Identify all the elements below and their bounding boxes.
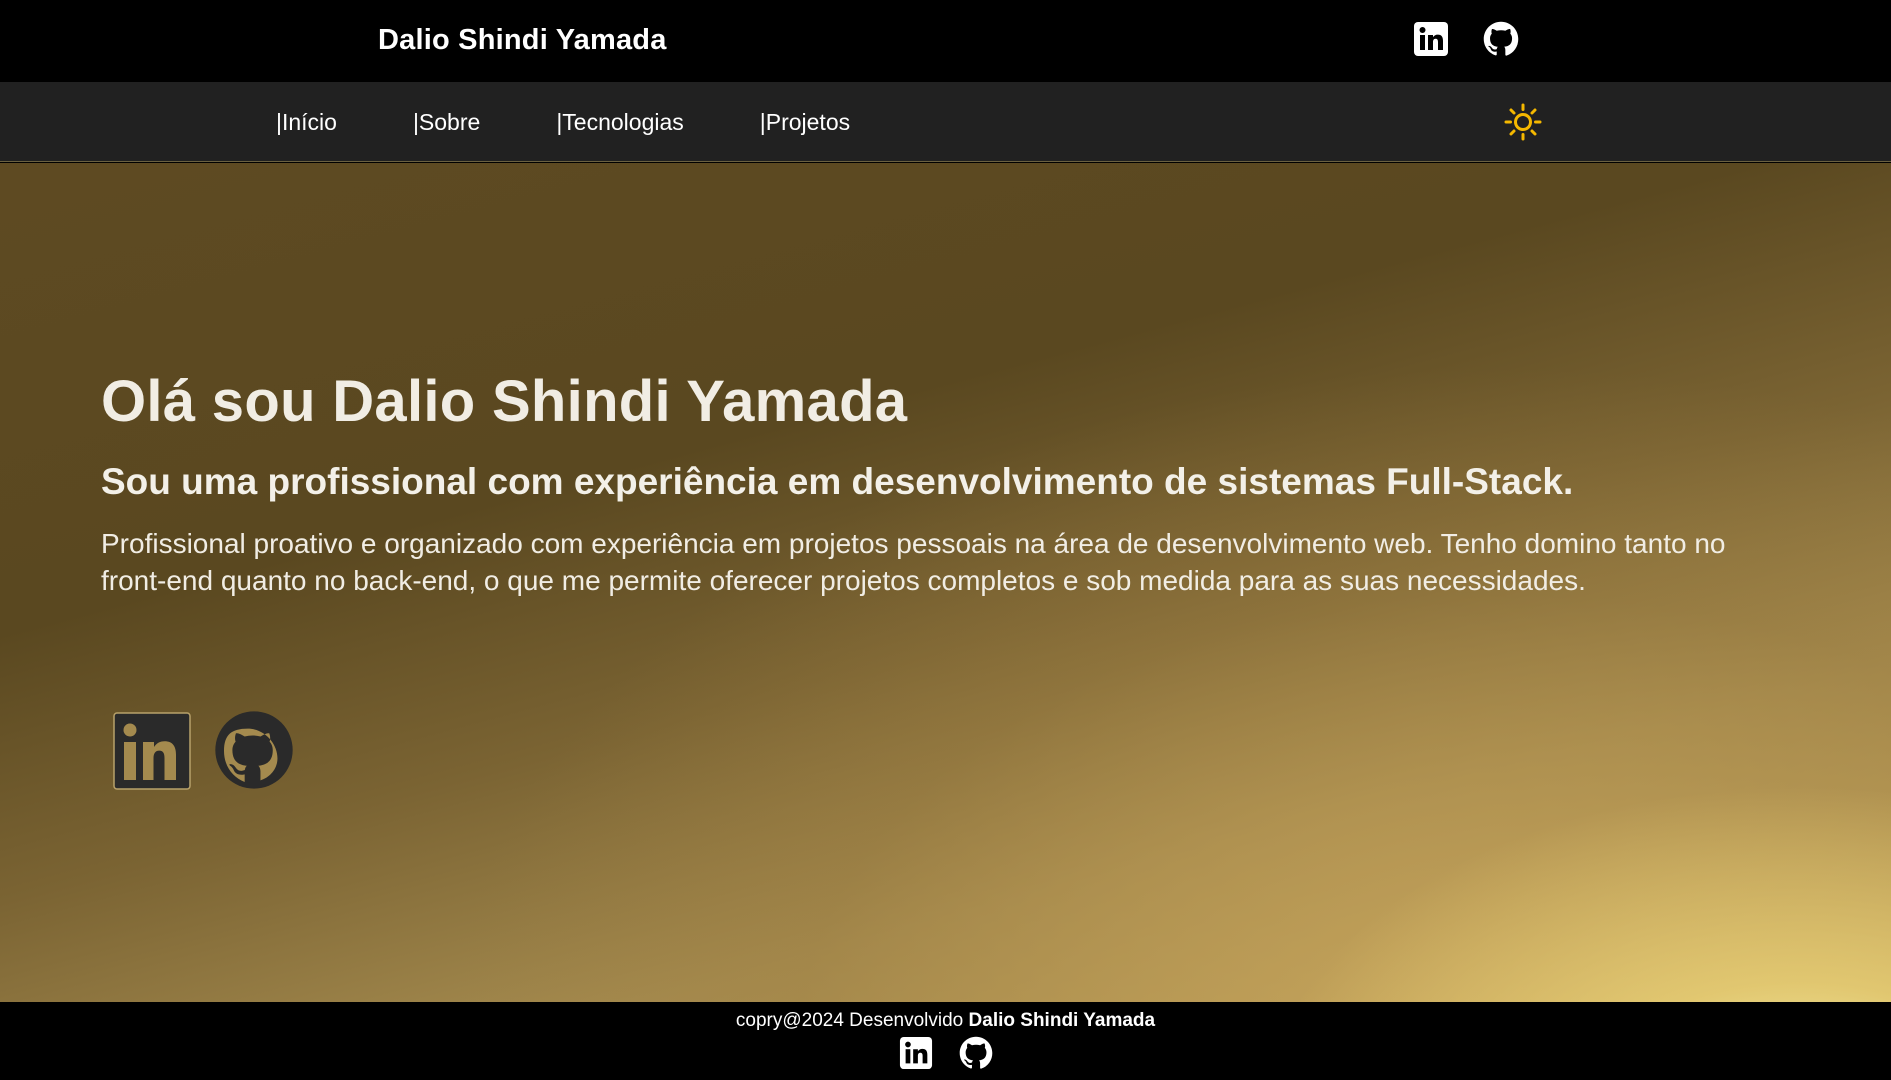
linkedin-icon[interactable]	[899, 1036, 933, 1070]
github-icon[interactable]	[959, 1036, 993, 1070]
nav-menu: |Início |Sobre |Tecnologias |Projetos	[276, 109, 926, 136]
brand-name: Dalio Shindi Yamada	[378, 24, 667, 56]
github-icon[interactable]	[214, 708, 294, 792]
footer-author: Dalio Shindi Yamada	[968, 1010, 1156, 1031]
hero-subtitle: Sou uma profissional com experiência em …	[101, 461, 1574, 502]
linkedin-icon[interactable]	[112, 708, 192, 792]
nav-item-projetos[interactable]: |Projetos	[760, 109, 850, 136]
footer-copyright: copry@2024 Desenvolvido Dalio Shindi Yam…	[0, 1010, 1891, 1032]
nav-item-tecnologias[interactable]: |Tecnologias	[556, 109, 683, 136]
footer-social-links	[0, 1036, 1891, 1070]
page-footer: copry@2024 Desenvolvido Dalio Shindi Yam…	[0, 1002, 1891, 1080]
main-navigation: |Início |Sobre |Tecnologias |Projetos	[0, 82, 1891, 162]
nav-item-inicio[interactable]: |Início	[276, 109, 337, 136]
footer-copyright-prefix: copry@2024 Desenvolvido	[735, 1010, 964, 1031]
hero-title: Olá sou Dalio Shindi Yamada	[101, 369, 908, 434]
linkedin-icon[interactable]	[1413, 21, 1449, 57]
top-header: Dalio Shindi Yamada	[0, 0, 1891, 82]
hero-description: Profissional proativo e organizado com e…	[101, 528, 1726, 596]
github-icon[interactable]	[1483, 21, 1519, 57]
nav-item-sobre[interactable]: |Sobre	[413, 109, 480, 136]
sun-icon[interactable]	[1503, 102, 1543, 142]
hero-section: Olá sou Dalio Shindi Yamada Sou uma prof…	[0, 163, 1891, 1002]
hero-social-links	[112, 708, 294, 792]
header-social-links	[1413, 21, 1519, 57]
